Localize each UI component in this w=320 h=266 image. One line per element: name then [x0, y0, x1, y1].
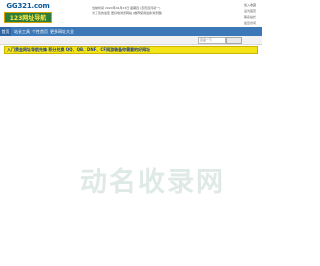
- date-line: 当前时间 2020年04月23日 星期四 (农历四月初一): [92, 6, 161, 10]
- header: GG321.com 123网址导航 当前时间 2020年04月23日 星期四 (…: [0, 0, 262, 26]
- nav-item-custom-homepage[interactable]: 个性首页: [32, 28, 48, 35]
- search-button[interactable]: [226, 37, 242, 44]
- site-logo[interactable]: GG321.com 123网址导航: [4, 2, 52, 24]
- search-input[interactable]: 百度一下: [198, 37, 226, 44]
- watermark: 动名收录网: [80, 167, 225, 198]
- nav-item-home[interactable]: 首页: [0, 27, 11, 36]
- nav-item-more-sites[interactable]: 更多网址大全: [50, 28, 74, 35]
- logo-title: 123网址导航: [4, 12, 52, 23]
- promo-banner[interactable]: 入门黄金网址导航先锋 积分兑换 QQ、QB、DNF、CF网游装备你需要的好网址: [4, 46, 258, 54]
- logo-domain: GG321.com: [6, 2, 50, 10]
- quick-links: 加入收藏 设为首页 联系站长 最近访问: [244, 2, 262, 26]
- quick-link-recent[interactable]: 最近访问: [244, 20, 262, 26]
- main-nav: 首页 站长工具 个性首页 更多网址大全: [0, 27, 262, 36]
- search-bar: 百度一下: [0, 36, 262, 45]
- description-line: 为了您的最佳 更好地浏览网站 (推荐使用最新浏览器): [92, 11, 163, 15]
- nav-item-webmaster-tools[interactable]: 站长工具: [14, 28, 30, 35]
